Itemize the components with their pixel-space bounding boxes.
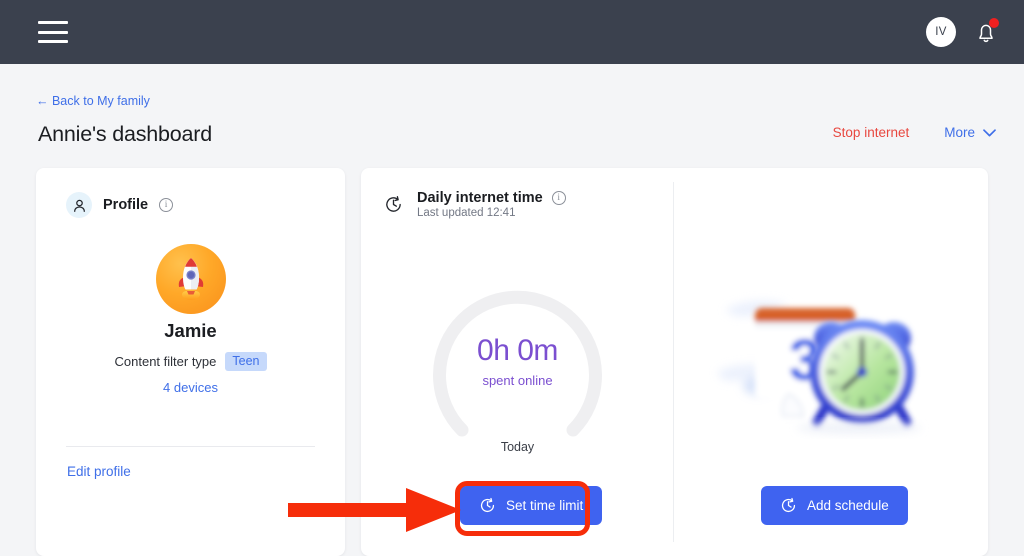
content-filter-badge[interactable]: Teen [225, 352, 267, 371]
last-updated-text: Last updated 12:41 [417, 207, 516, 219]
clock-icon [781, 497, 796, 513]
topbar-right-actions: IV [926, 17, 999, 47]
chevron-down-icon [983, 128, 996, 136]
hamburger-bar [38, 40, 68, 43]
page-body: ← Back to My family Annie's dashboard St… [0, 64, 1024, 556]
rocket-avatar [155, 244, 226, 314]
info-circle-icon[interactable]: i [159, 198, 174, 212]
gauge-period-label: Today [500, 440, 535, 454]
content-filter-label: Content filter type [114, 354, 217, 369]
info-circle-icon[interactable]: i [551, 191, 566, 205]
profile-card-header: Profile i [66, 192, 174, 218]
content-filter-row: Content filter type Teen [36, 352, 345, 371]
gauge-value: 0h 0m [477, 334, 558, 367]
profile-card-title: Profile [103, 197, 149, 213]
notification-badge-dot [989, 18, 999, 28]
gauge-subtitle: spent online [482, 373, 553, 388]
person-icon [66, 192, 92, 218]
add-schedule-label: Add schedule [807, 498, 889, 513]
devices-link[interactable]: 4 devices [36, 380, 345, 395]
more-label: More [944, 125, 975, 140]
profile-card: Profile i Jamie Content filter type Teen… [36, 168, 345, 556]
more-menu-button[interactable]: More [944, 125, 996, 140]
notification-bell-icon[interactable] [974, 18, 999, 45]
clock-icon [480, 497, 495, 513]
profile-card-divider [66, 446, 315, 447]
gauge-center-text: 0h 0m spent online [424, 334, 611, 388]
stop-internet-button[interactable]: Stop internet [833, 125, 910, 140]
edit-profile-link[interactable]: Edit profile [67, 464, 131, 479]
time-card-title: Daily internet time [417, 190, 543, 206]
clock-icon [380, 192, 406, 218]
user-avatar[interactable]: IV [926, 17, 956, 47]
set-time-limit-button[interactable]: Set time limit [460, 486, 603, 525]
calendar-and-alarm-clock-illustration: 3 [709, 276, 939, 451]
daily-internet-time-card: Daily internet time i Last updated 12:41… [361, 168, 988, 556]
back-to-my-family-link[interactable]: ← Back to My family [36, 94, 150, 108]
avatar-initials: IV [935, 26, 947, 38]
hamburger-menu-icon[interactable] [38, 21, 68, 43]
set-time-limit-label: Set time limit [506, 498, 584, 513]
time-card-title-line: Daily internet time i [417, 190, 566, 206]
page-title: Annie's dashboard [38, 122, 213, 146]
header-actions: Stop internet More [833, 125, 996, 140]
card-vertical-divider [673, 182, 674, 542]
top-navigation-bar: IV [0, 0, 1024, 64]
hamburger-bar [38, 30, 68, 34]
add-schedule-button[interactable]: Add schedule [761, 486, 908, 525]
time-card-header-texts: Daily internet time i Last updated 12:41 [417, 190, 566, 219]
time-card-header: Daily internet time i Last updated 12:41 [380, 190, 566, 219]
daily-time-gauge: 0h 0m spent online Today [424, 280, 611, 454]
profile-name: Jamie [164, 320, 217, 341]
hamburger-bar [38, 21, 68, 24]
